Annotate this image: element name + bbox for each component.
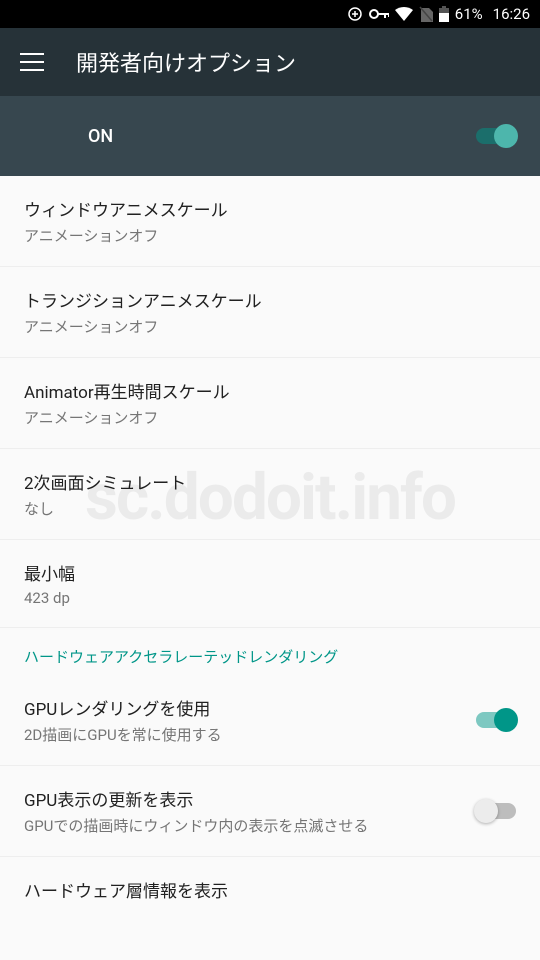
- setting-title: ウィンドウアニメスケール: [24, 196, 516, 221]
- setting-subtitle: アニメーションオフ: [24, 225, 516, 246]
- master-toggle-label: ON: [88, 126, 113, 147]
- setting-title: トランジションアニメスケール: [24, 287, 516, 312]
- setting-title: Animator再生時間スケール: [24, 378, 516, 403]
- battery-percent: 61%: [455, 5, 483, 23]
- hamburger-menu-icon[interactable]: [20, 53, 44, 71]
- setting-subtitle: アニメーションオフ: [24, 316, 516, 337]
- setting-subtitle: 423 dp: [24, 589, 516, 607]
- section-header-hw-accel: ハードウェアアクセラレーテッドレンダリング: [0, 628, 540, 675]
- data-saver-icon: [347, 6, 363, 22]
- setting-title: ハードウェア層情報を表示: [24, 877, 516, 902]
- toggle-switch[interactable]: [476, 803, 516, 819]
- settings-list: ウィンドウアニメスケール アニメーションオフ トランジションアニメスケール アニ…: [0, 176, 540, 926]
- vpn-key-icon: [369, 8, 389, 20]
- setting-title: GPU表示の更新を表示: [24, 786, 476, 811]
- setting-show-hardware-layers[interactable]: ハードウェア層情報を表示: [0, 857, 540, 926]
- setting-subtitle: 2D描画にGPUを常に使用する: [24, 724, 476, 745]
- battery-icon: [439, 6, 449, 22]
- clock: 16:26: [493, 5, 530, 23]
- setting-subtitle: アニメーションオフ: [24, 407, 516, 428]
- app-bar: 開発者向けオプション: [0, 28, 540, 96]
- setting-subtitle: なし: [24, 498, 516, 519]
- setting-window-anim-scale[interactable]: ウィンドウアニメスケール アニメーションオフ: [0, 176, 540, 267]
- master-toggle-row[interactable]: ON: [0, 96, 540, 176]
- toggle-switch[interactable]: [476, 712, 516, 728]
- wifi-icon: [395, 7, 413, 21]
- setting-title: 2次画面シミュレート: [24, 469, 516, 494]
- setting-animator-duration-scale[interactable]: Animator再生時間スケール アニメーションオフ: [0, 358, 540, 449]
- page-title: 開発者向けオプション: [76, 46, 296, 78]
- setting-force-gpu-rendering[interactable]: GPUレンダリングを使用 2D描画にGPUを常に使用する: [0, 675, 540, 766]
- setting-subtitle: GPUでの描画時にウィンドウ内の表示を点滅させる: [24, 815, 476, 836]
- no-sim-icon: [419, 6, 433, 22]
- setting-transition-anim-scale[interactable]: トランジションアニメスケール アニメーションオフ: [0, 267, 540, 358]
- setting-title: GPUレンダリングを使用: [24, 695, 476, 720]
- setting-title: 最小幅: [24, 560, 516, 585]
- setting-simulate-secondary-displays[interactable]: 2次画面シミュレート なし: [0, 449, 540, 540]
- setting-show-gpu-view-updates[interactable]: GPU表示の更新を表示 GPUでの描画時にウィンドウ内の表示を点滅させる: [0, 766, 540, 857]
- status-bar: 61% 16:26: [0, 0, 540, 28]
- setting-smallest-width[interactable]: 最小幅 423 dp: [0, 540, 540, 628]
- master-toggle-switch[interactable]: [476, 128, 516, 144]
